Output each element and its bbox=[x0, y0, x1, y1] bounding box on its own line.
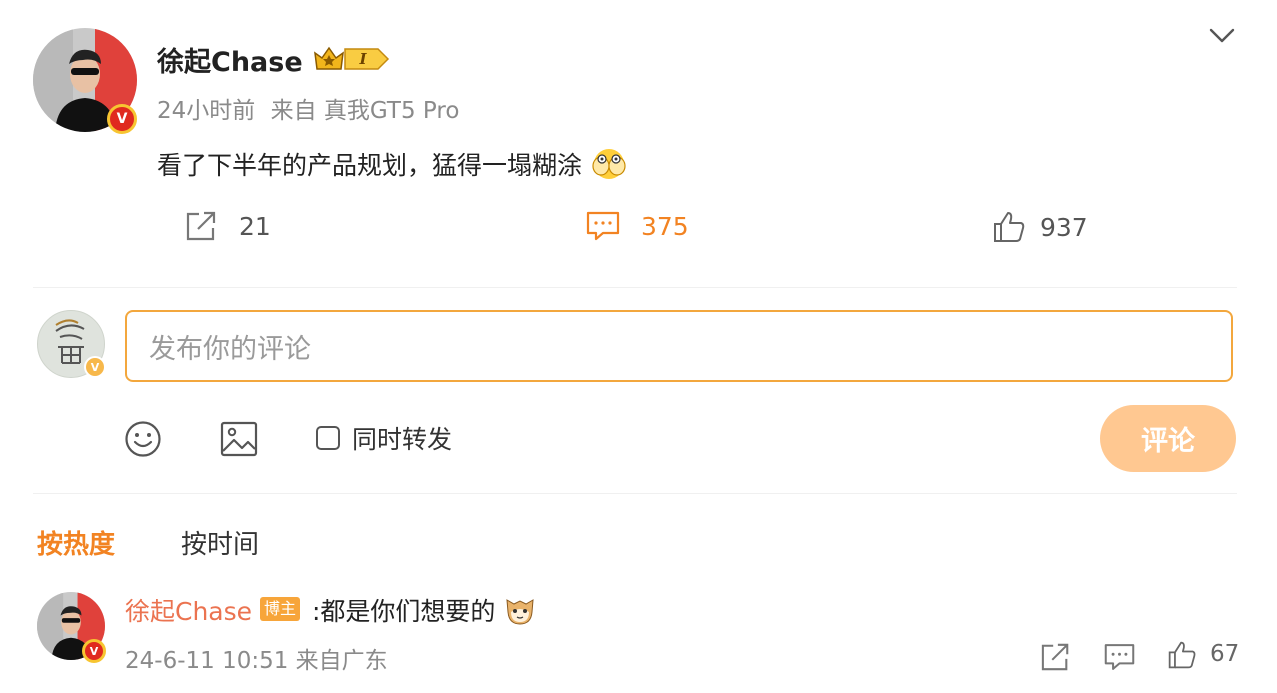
chevron-down-icon[interactable] bbox=[1208, 26, 1236, 50]
repost-count: 21 bbox=[239, 211, 271, 241]
post-source: 来自 真我GT5 Pro bbox=[270, 98, 460, 124]
post-text: 看了下半年的产品规划，猛得一塌糊涂 bbox=[157, 151, 583, 180]
comment-like-count: 67 bbox=[1210, 641, 1240, 667]
sort-by-hot-tab[interactable]: 按热度 bbox=[37, 524, 115, 561]
verified-badge-icon: V bbox=[84, 356, 106, 378]
sort-by-time-tab[interactable]: 按时间 bbox=[181, 524, 259, 561]
comment-like-icon[interactable] bbox=[1167, 640, 1197, 674]
post-author-name[interactable]: 徐起Chase bbox=[157, 40, 303, 79]
level-badge-text: I bbox=[358, 50, 367, 68]
divider bbox=[33, 287, 1237, 288]
like-button[interactable]: 937 bbox=[992, 210, 1088, 244]
comment-content: :都是你们想要的 bbox=[312, 592, 537, 632]
repost-button[interactable]: 21 bbox=[185, 210, 271, 242]
share-icon bbox=[186, 211, 216, 241]
comment-input[interactable]: 发布你的评论 bbox=[125, 310, 1233, 382]
submit-comment-button[interactable]: 评论 bbox=[1100, 405, 1236, 472]
checkbox[interactable] bbox=[316, 426, 340, 450]
divider bbox=[33, 493, 1237, 494]
verified-badge-icon: V bbox=[82, 639, 106, 663]
post-meta: 24小时前 来自 真我GT5 Pro bbox=[157, 91, 459, 125]
thumbs-up-icon bbox=[994, 212, 1025, 242]
comment-input-placeholder: 发布你的评论 bbox=[149, 333, 311, 365]
emoji-icon[interactable] bbox=[124, 420, 162, 462]
also-repost-label: 同时转发 bbox=[352, 425, 453, 454]
comment-text: :都是你们想要的 bbox=[312, 597, 496, 626]
like-count: 937 bbox=[1040, 212, 1088, 242]
blogger-tag: 博主 bbox=[260, 597, 301, 621]
comment-meta: 24-6-11 10:51 来自广东 bbox=[125, 648, 388, 674]
comment-share-icon[interactable] bbox=[1040, 642, 1072, 676]
post-content: 看了下半年的产品规划，猛得一塌糊涂 bbox=[157, 146, 628, 187]
comment-reply-icon[interactable] bbox=[1103, 642, 1136, 676]
comment-count: 375 bbox=[641, 211, 689, 241]
comment-icon bbox=[586, 211, 620, 241]
image-icon[interactable] bbox=[220, 421, 258, 461]
comment-author-name[interactable]: 徐起Chase bbox=[125, 592, 252, 628]
crown-level-icon: I bbox=[314, 44, 390, 76]
covering-face-emoji-icon bbox=[590, 147, 628, 187]
verified-badge-icon: V bbox=[107, 104, 137, 134]
post-time: 24小时前 bbox=[157, 98, 256, 124]
cat-emoji-icon bbox=[503, 594, 537, 632]
also-repost-checkbox[interactable]: 同时转发 bbox=[316, 420, 452, 456]
comment-button[interactable]: 375 bbox=[585, 210, 689, 242]
